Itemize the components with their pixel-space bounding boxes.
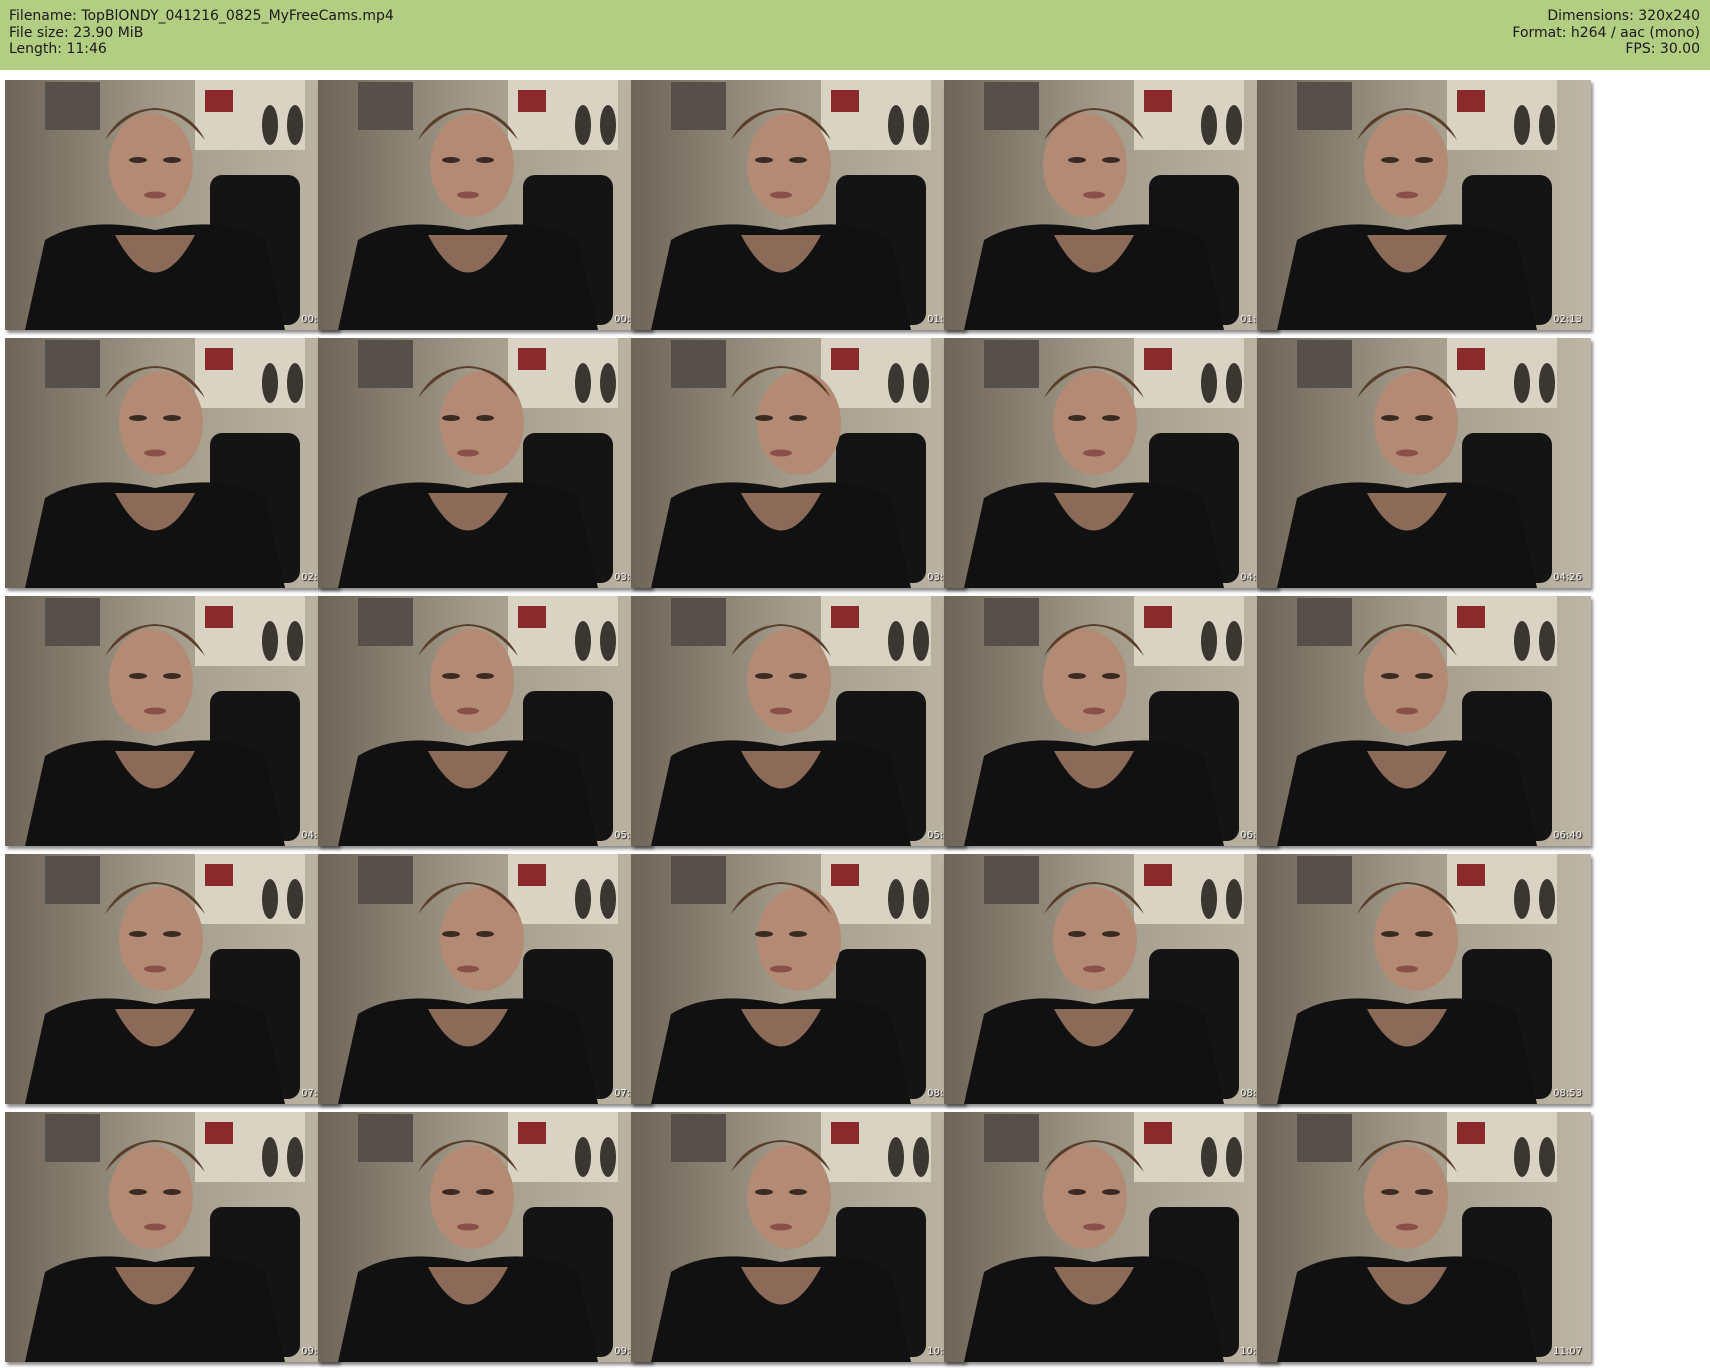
thumbnail-2[interactable]: 00:53 xyxy=(318,80,652,330)
format-value: h264 / aac (mono) xyxy=(1570,24,1700,41)
format-label: Format: xyxy=(1512,24,1567,41)
thumbnail-1[interactable]: 00:26 xyxy=(5,80,339,330)
thumbnail-frame-image xyxy=(944,854,1278,1104)
thumbnail-23[interactable]: 10:13 xyxy=(631,1112,965,1362)
filesize-row: File size: 23.90 MiB xyxy=(9,25,394,42)
thumbnail-12[interactable]: 05:20 xyxy=(318,596,652,846)
info-header: Filename: TopBlONDY_041216_0825_MyFreeCa… xyxy=(0,0,1710,70)
thumbnail-frame-image xyxy=(1257,596,1591,846)
thumbnail-frame-image xyxy=(318,596,652,846)
thumbnail-9[interactable]: 04:00 xyxy=(944,338,1278,588)
thumbnail-frame-image xyxy=(631,596,965,846)
format-row: Format: h264 / aac (mono) xyxy=(1512,25,1700,42)
length-value: 11:46 xyxy=(66,41,107,57)
thumbnail-21[interactable]: 09:20 xyxy=(5,1112,339,1362)
thumbnail-frame-image xyxy=(631,1112,965,1362)
thumbnail-frame-image xyxy=(1257,1112,1591,1362)
thumbnail-20[interactable]: 08:53 xyxy=(1257,854,1591,1104)
timestamp-label: 06:40 xyxy=(1553,830,1582,841)
filename-label: Filename: xyxy=(9,8,77,24)
thumbnail-18[interactable]: 08:00 xyxy=(631,854,965,1104)
fps-value: 30.00 xyxy=(1659,41,1700,57)
thumbnail-5[interactable]: 02:13 xyxy=(1257,80,1591,330)
thumbnail-8[interactable]: 03:33 xyxy=(631,338,965,588)
thumbnail-25[interactable]: 11:07 xyxy=(1257,1112,1591,1362)
thumbnail-frame-image xyxy=(318,854,652,1104)
filesize-value: 23.90 MiB xyxy=(73,24,144,41)
dimensions-label: Dimensions: xyxy=(1547,8,1634,24)
thumbnail-11[interactable]: 04:53 xyxy=(5,596,339,846)
thumbnail-7[interactable]: 03:06 xyxy=(318,338,652,588)
thumbnail-frame-image xyxy=(318,80,652,330)
thumbnail-15[interactable]: 06:40 xyxy=(1257,596,1591,846)
thumbnail-19[interactable]: 08:27 xyxy=(944,854,1278,1104)
thumbnail-frame-image xyxy=(5,1112,339,1362)
thumbnail-frame-image xyxy=(5,80,339,330)
thumbnail-frame-image xyxy=(944,1112,1278,1362)
thumbnail-24[interactable]: 10:40 xyxy=(944,1112,1278,1362)
filesize-label: File size: xyxy=(9,24,69,41)
thumbnail-16[interactable]: 07:06 xyxy=(5,854,339,1104)
thumbnail-frame-image xyxy=(1257,338,1591,588)
thumbnail-frame-image xyxy=(631,80,965,330)
thumbnail-frame-image xyxy=(944,596,1278,846)
thumbnail-17[interactable]: 07:33 xyxy=(318,854,652,1104)
thumbnail-frame-image xyxy=(5,338,339,588)
thumbnail-frame-image xyxy=(318,1112,652,1362)
filename-value: TopBlONDY_041216_0825_MyFreeCams.mp4 xyxy=(81,8,394,24)
length-label: Length: xyxy=(9,41,63,57)
thumbnail-14[interactable]: 06:13 xyxy=(944,596,1278,846)
thumbnail-frame-image xyxy=(5,596,339,846)
thumbnail-frame-image xyxy=(1257,854,1591,1104)
timestamp-label: 08:53 xyxy=(1553,1088,1582,1099)
thumbnail-frame-image xyxy=(631,854,965,1104)
thumbnail-13[interactable]: 05:46 xyxy=(631,596,965,846)
file-info-right: Dimensions: 320x240 Format: h264 / aac (… xyxy=(1512,8,1700,58)
thumbnail-frame-image xyxy=(5,854,339,1104)
filename-row: Filename: TopBlONDY_041216_0825_MyFreeCa… xyxy=(9,8,394,25)
thumbnail-frame-image xyxy=(318,338,652,588)
fps-label: FPS: xyxy=(1625,41,1656,57)
thumbnail-22[interactable]: 09:47 xyxy=(318,1112,652,1362)
thumbnail-frame-image xyxy=(944,80,1278,330)
timestamp-label: 04:26 xyxy=(1553,572,1582,583)
dimensions-row: Dimensions: 320x240 xyxy=(1512,8,1700,25)
thumbnail-4[interactable]: 01:46 xyxy=(944,80,1278,330)
thumbnail-6[interactable]: 02:40 xyxy=(5,338,339,588)
file-info-left: Filename: TopBlONDY_041216_0825_MyFreeCa… xyxy=(9,8,394,58)
timestamp-label: 02:13 xyxy=(1553,314,1582,325)
fps-row: FPS: 30.00 xyxy=(1512,41,1700,58)
thumbnail-frame-image xyxy=(1257,80,1591,330)
thumbnail-frame-image xyxy=(631,338,965,588)
thumbnail-frame-image xyxy=(944,338,1278,588)
length-row: Length: 11:46 xyxy=(9,41,394,58)
dimensions-value: 320x240 xyxy=(1638,8,1700,24)
thumbnail-3[interactable]: 01:20 xyxy=(631,80,965,330)
thumbnail-10[interactable]: 04:26 xyxy=(1257,338,1591,588)
timestamp-label: 11:07 xyxy=(1553,1346,1582,1357)
